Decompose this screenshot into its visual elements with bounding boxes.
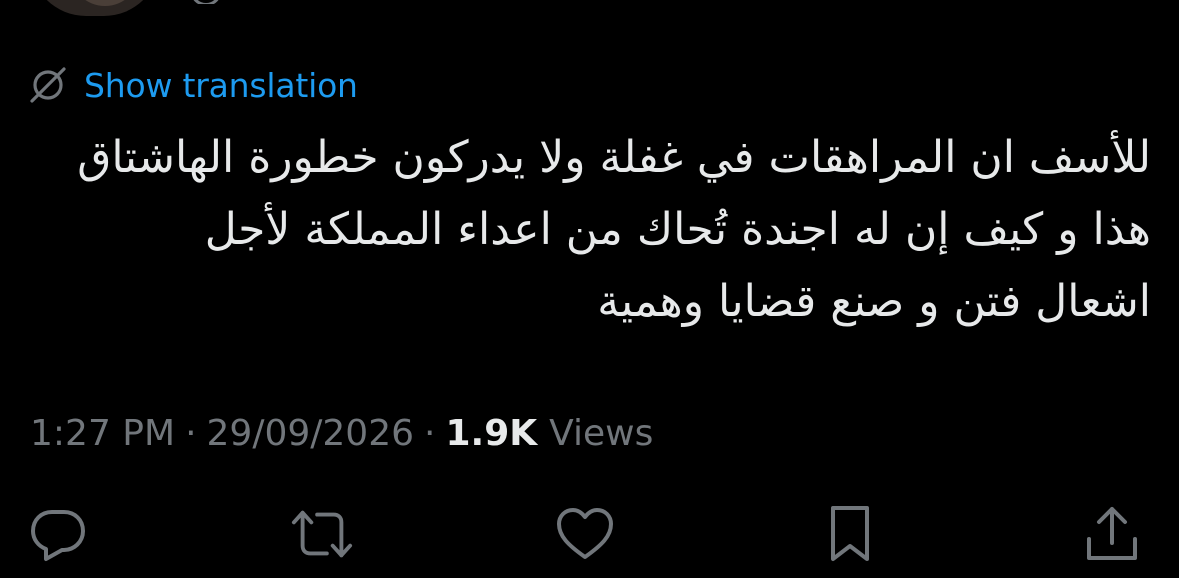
heart-icon [557, 508, 613, 559]
meta-separator: · [185, 412, 197, 454]
tweet-text-line: اشعال فتن و صنع قضايا وهمية [597, 276, 1151, 327]
author-handle-fragment [190, 0, 310, 4]
reply-button[interactable] [26, 502, 90, 566]
show-translation-link[interactable]: Show translation [84, 66, 358, 105]
share-icon [1087, 507, 1137, 560]
like-button[interactable] [553, 502, 617, 566]
tweet-time[interactable]: 1:27 PM [30, 413, 175, 454]
tweet-text: للأسف ان المراهقات في غفلة ولا يدركون خط… [26, 122, 1151, 338]
retweet-button[interactable] [290, 502, 354, 566]
tweet-actions-bar [0, 502, 1179, 566]
meta-separator: · [424, 412, 436, 454]
bookmark-button[interactable] [818, 502, 882, 566]
avatar[interactable] [30, 0, 160, 16]
retweet-icon [291, 510, 353, 558]
no-translation-icon [28, 65, 68, 105]
translation-row: Show translation [28, 62, 358, 108]
tweet-date[interactable]: 29/09/2026 [207, 413, 415, 454]
reply-icon [31, 510, 85, 561]
tweet-text-line: للأسف ان المراهقات في غفلة ولا يدركون خط… [77, 132, 1151, 183]
bookmark-icon [831, 506, 869, 561]
tweet-text-line: هذا و كيف إن له اجندة تُحاك من اعداء الم… [204, 204, 1151, 255]
tweet-metadata: 1:27 PM · 29/09/2026 · 1.9K Views [30, 408, 653, 458]
views-count[interactable]: 1.9K [445, 413, 537, 454]
share-button[interactable] [1080, 502, 1144, 566]
views-label[interactable]: Views [549, 413, 653, 454]
